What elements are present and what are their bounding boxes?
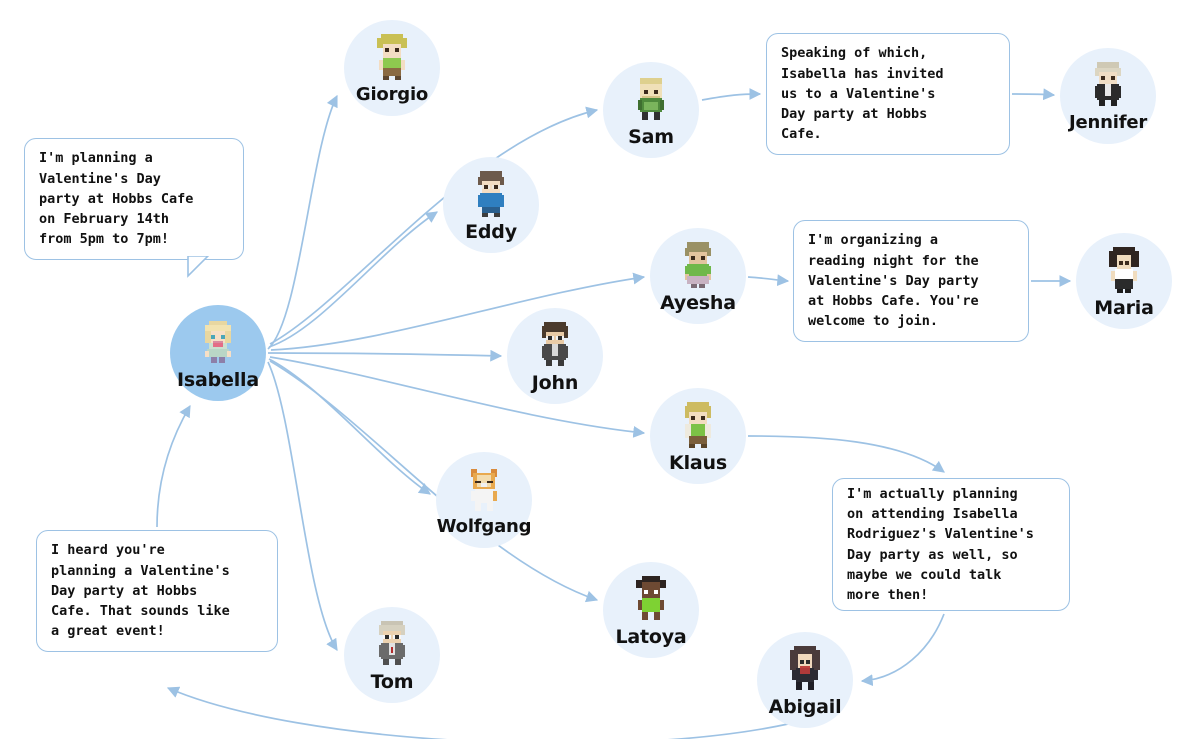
diagram-canvas: Isabella Giorgio Sam Jennifer Eddy Ayesh…: [0, 0, 1203, 739]
klaus-avatar: [685, 401, 711, 448]
speech-bubble-isabella-tail: [187, 256, 210, 278]
speech-bubble-isabella: I'm planning a Valentine's Day party at …: [24, 138, 244, 260]
node-latoya[interactable]: Latoya: [603, 562, 699, 658]
wolfgang-avatar: [471, 468, 497, 511]
edge-isabella-tom: [267, 361, 338, 652]
node-label: Sam: [628, 125, 674, 148]
speech-bubble-text: I heard you're planning a Valentine's Da…: [51, 542, 230, 640]
node-label: Ayesha: [660, 291, 736, 314]
eddy-avatar: [478, 170, 504, 217]
node-tom[interactable]: Tom: [344, 607, 440, 703]
edge-isabella-eddy: [268, 211, 438, 348]
edge-abigail-heard: [166, 686, 789, 739]
speech-bubble-text: I'm actually planning on attending Isabe…: [847, 485, 1034, 604]
node-label: Abigail: [768, 695, 842, 718]
edge-isabella-john: [267, 349, 503, 362]
edge-klaus-bubble: [747, 435, 945, 473]
node-label: Latoya: [615, 625, 687, 648]
edge-sam-bubble: [701, 88, 762, 101]
node-label: Isabella: [177, 368, 259, 391]
node-jennifer[interactable]: Jennifer: [1060, 48, 1156, 144]
giorgio-avatar: [377, 34, 407, 80]
abigail-avatar: [790, 645, 820, 690]
sam-avatar: [638, 77, 664, 120]
maria-avatar: [1109, 246, 1139, 293]
edge-isabella-giorgio: [267, 94, 338, 350]
edge-ayesha-bubble: [747, 274, 790, 287]
node-label: Eddy: [465, 220, 517, 243]
node-label: Jennifer: [1068, 112, 1148, 133]
node-wolfgang[interactable]: Wolfgang: [436, 452, 532, 548]
speech-bubble-abigail-reply: I'm actually planning on attending Isabe…: [832, 478, 1070, 611]
node-label: Klaus: [669, 451, 727, 474]
edge-isabella-wolfgang: [268, 358, 431, 495]
node-ayesha[interactable]: Ayesha: [650, 228, 746, 324]
speech-bubble-text: Speaking of which, Isabella has invited …: [781, 45, 944, 143]
node-abigail[interactable]: Abigail: [757, 632, 853, 728]
node-maria[interactable]: Maria: [1076, 233, 1172, 329]
node-label: Tom: [370, 670, 414, 693]
speech-bubble-text: I'm planning a Valentine's Day party at …: [39, 150, 194, 248]
node-klaus[interactable]: Klaus: [650, 388, 746, 484]
speech-bubble-text: I'm organizing a reading night for the V…: [808, 232, 979, 330]
node-label: John: [531, 371, 579, 394]
node-giorgio[interactable]: Giorgio: [344, 20, 440, 116]
edge-bubble-jennifer: [1011, 88, 1056, 101]
node-eddy[interactable]: Eddy: [443, 157, 539, 253]
speech-bubble-heard: I heard you're planning a Valentine's Da…: [36, 530, 278, 652]
edge-heard-isabella: [156, 404, 191, 528]
node-sam[interactable]: Sam: [603, 62, 699, 158]
latoya-avatar: [636, 575, 666, 620]
ayesha-avatar: [685, 241, 711, 288]
node-label: Wolfgang: [436, 515, 532, 537]
node-label: Giorgio: [355, 84, 429, 105]
speech-bubble-ayesha: I'm organizing a reading night for the V…: [793, 220, 1029, 342]
edge-bubble-abigail: [860, 613, 945, 687]
tom-avatar: [379, 620, 405, 665]
node-label: Maria: [1094, 296, 1154, 319]
speech-bubble-sam: Speaking of which, Isabella has invited …: [766, 33, 1010, 155]
node-john[interactable]: John: [507, 308, 603, 404]
jennifer-avatar: [1095, 62, 1121, 106]
isabella-avatar: [205, 320, 231, 363]
john-avatar: [542, 321, 568, 366]
node-isabella[interactable]: Isabella: [170, 305, 266, 401]
